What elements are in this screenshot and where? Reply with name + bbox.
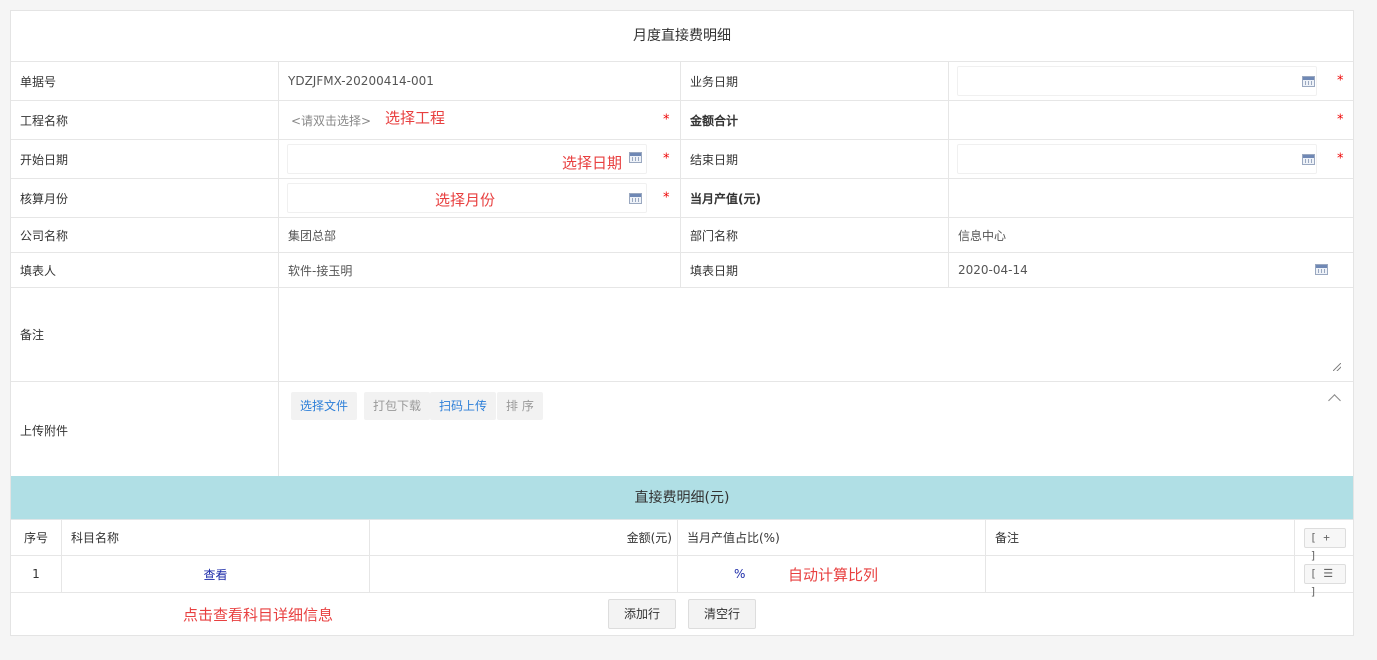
annotation-select-project: 选择工程 <box>385 109 446 127</box>
row-menu-icon[interactable]: [ ☰ ] <box>1304 564 1346 598</box>
scan-upload-button[interactable]: 扫码上传 <box>430 392 497 420</box>
required-mark: * <box>1337 112 1344 128</box>
project-label: 工程名称 <box>20 113 69 128</box>
project-select[interactable]: <请双击选择> 选择工程 * <box>279 101 681 139</box>
row-remark: 备注 <box>11 288 1353 382</box>
calendar-icon[interactable] <box>1302 154 1315 165</box>
acct-month-label: 核算月份 <box>20 191 69 206</box>
add-row-button[interactable]: 添加行 <box>608 599 677 629</box>
row-doc-no: 单据号 YDZJFMX-20200414-001 业务日期 * <box>11 62 1353 101</box>
annotation-click-view: 点击查看科目详细信息 <box>183 606 334 624</box>
detail-footer: 点击查看科目详细信息 添加行 清空行 <box>11 593 1353 636</box>
detail-header-row: 序号 科目名称 金额(元) 当月产值占比(%) 备注 [ + ] <box>11 520 1353 562</box>
remark-cell[interactable] <box>986 556 1295 592</box>
annotation-auto-calc: 自动计算比列 <box>788 566 879 584</box>
upload-label: 上传附件 <box>20 424 69 438</box>
row-upload: 上传附件 选择文件 打包下载 扫码上传 排 序 <box>11 382 1353 476</box>
ratio-value: % <box>734 567 746 581</box>
project-placeholder: <请双击选择> <box>291 113 372 128</box>
biz-date-input[interactable] <box>957 66 1317 96</box>
end-date-label: 结束日期 <box>690 152 739 167</box>
form-title: 月度直接费明细 <box>11 11 1353 62</box>
amount-cell[interactable] <box>370 556 678 592</box>
monthly-direct-cost-form: 月度直接费明细 单据号 YDZJFMX-20200414-001 业务日期 * … <box>10 10 1354 636</box>
row-filler: 填表人 软件-接玉明 填表日期 2020-04-14 <box>11 253 1353 288</box>
calendar-icon[interactable] <box>629 152 642 163</box>
resize-grip-icon[interactable] <box>1333 363 1341 371</box>
col-remark: 备注 <box>986 520 1295 555</box>
table-row: 1 查看 % 自动计算比列 [ ☰ ] <box>11 556 1353 598</box>
required-mark: * <box>1337 73 1344 89</box>
pack-download-button[interactable]: 打包下载 <box>364 392 431 420</box>
row-index: 1 <box>11 556 62 592</box>
remark-textarea[interactable] <box>279 288 1355 381</box>
month-output-label: 当月产值(元) <box>690 191 761 206</box>
amount-total-label: 金额合计 <box>690 113 739 128</box>
end-date-input[interactable] <box>957 144 1317 174</box>
company-value: 集团总部 <box>288 228 337 243</box>
chevron-up-icon[interactable] <box>1328 394 1341 407</box>
calendar-icon[interactable] <box>1315 264 1328 275</box>
company-label: 公司名称 <box>20 228 69 243</box>
col-amount: 金额(元) <box>370 520 678 555</box>
required-mark: * <box>663 151 670 167</box>
dept-label: 部门名称 <box>690 228 739 243</box>
row-dates: 开始日期 选择日期 * 结束日期 * <box>11 140 1353 179</box>
annotation-select-month: 选择月份 <box>435 191 496 209</box>
calendar-icon[interactable] <box>1302 76 1315 87</box>
fill-date-value: 2020-04-14 <box>958 263 1028 277</box>
required-mark: * <box>663 112 670 128</box>
row-project: 工程名称 <请双击选择> 选择工程 * 金额合计 * <box>11 101 1353 140</box>
sort-button[interactable]: 排 序 <box>497 392 543 420</box>
required-mark: * <box>663 190 670 206</box>
detail-title: 直接费明细(元) <box>11 476 1353 520</box>
col-index: 序号 <box>11 520 62 555</box>
biz-date-label: 业务日期 <box>690 74 739 89</box>
clear-row-button[interactable]: 清空行 <box>688 599 757 629</box>
required-mark: * <box>1337 151 1344 167</box>
col-subject: 科目名称 <box>62 520 370 555</box>
col-ratio: 当月产值占比(%) <box>678 520 986 555</box>
remark-label: 备注 <box>20 328 45 342</box>
start-date-label: 开始日期 <box>20 152 69 167</box>
annotation-select-date: 选择日期 <box>562 154 623 172</box>
add-row-icon[interactable]: [ + ] <box>1304 527 1346 562</box>
filler-value: 软件-接玉明 <box>288 263 353 278</box>
select-file-button[interactable]: 选择文件 <box>291 392 358 420</box>
row-company: 公司名称 集团总部 部门名称 信息中心 <box>11 218 1353 253</box>
fill-date-label: 填表日期 <box>690 263 739 278</box>
view-subject-link[interactable]: 查看 <box>203 566 227 583</box>
row-month: 核算月份 选择月份 * 当月产值(元) <box>11 179 1353 218</box>
filler-label: 填表人 <box>20 263 57 278</box>
doc-no-value: YDZJFMX-20200414-001 <box>288 74 434 88</box>
calendar-icon[interactable] <box>629 193 642 204</box>
doc-no-label: 单据号 <box>20 74 57 89</box>
dept-value: 信息中心 <box>958 228 1007 243</box>
